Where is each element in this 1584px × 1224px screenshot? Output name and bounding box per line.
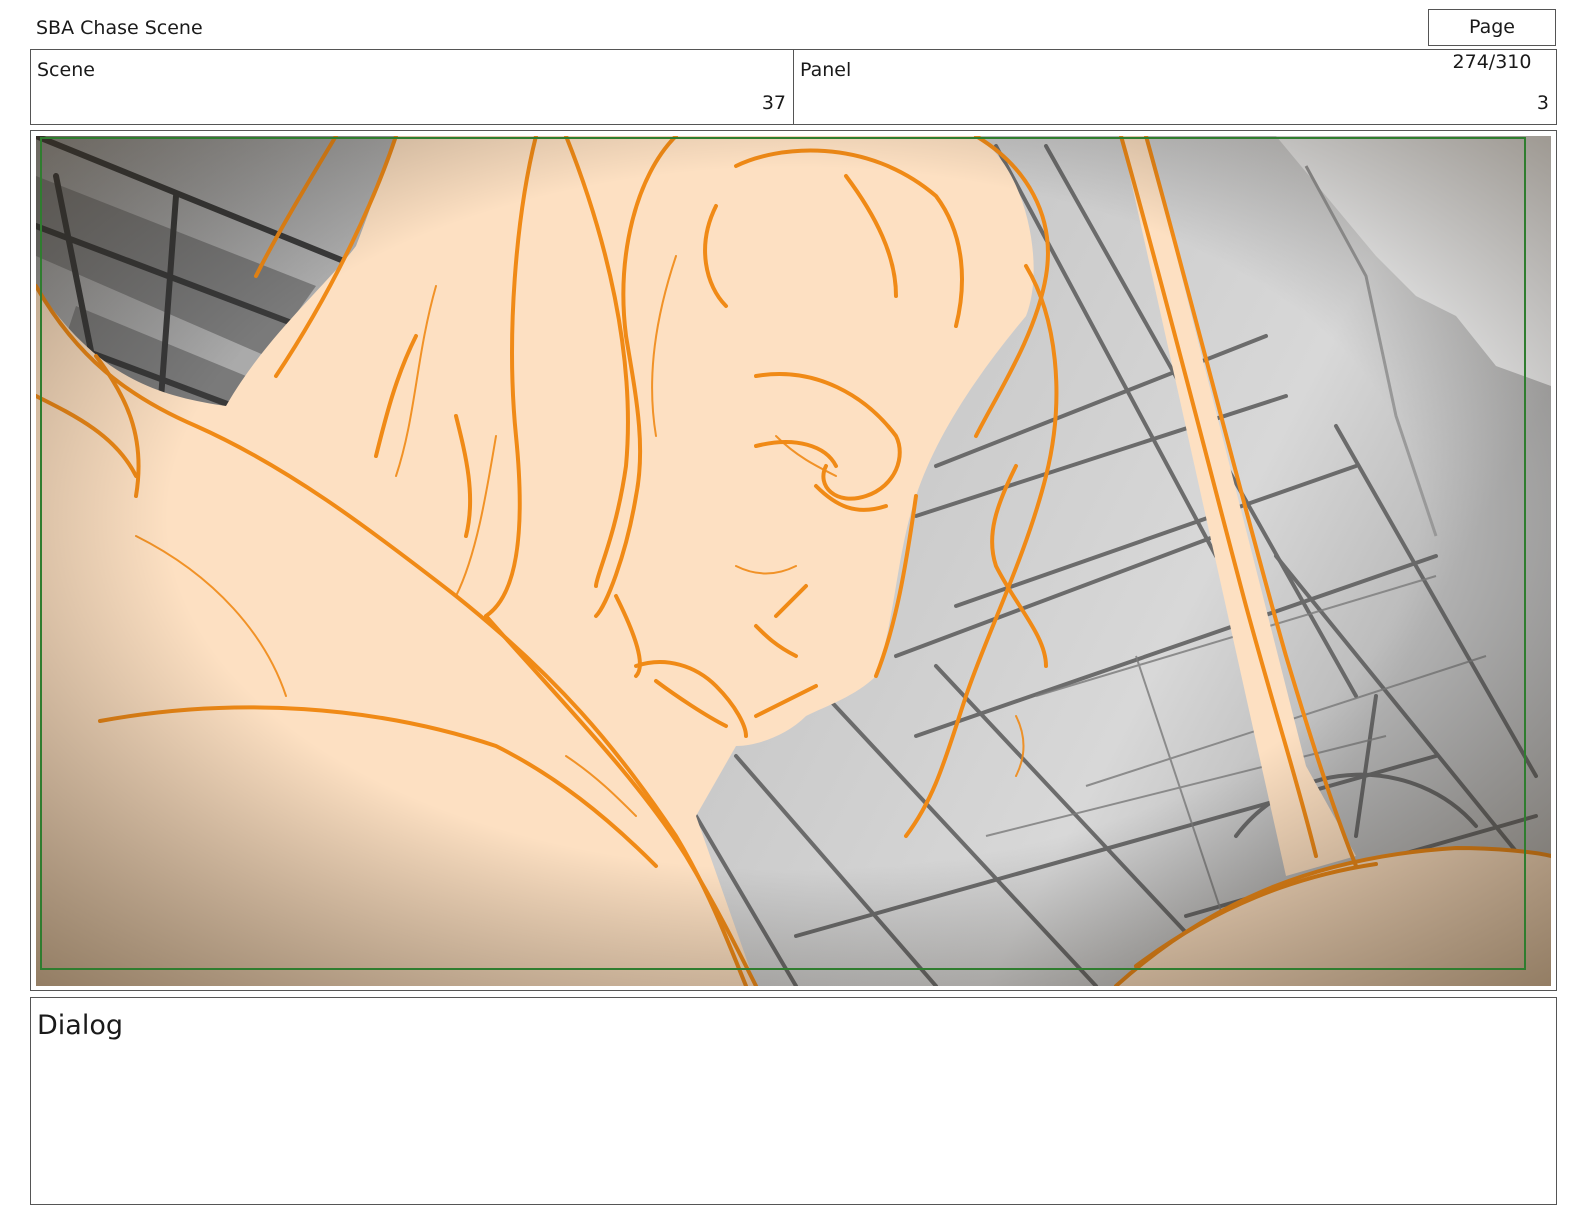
- scene-label: Scene: [37, 59, 95, 81]
- panel-cell: Panel 3: [793, 50, 1556, 124]
- panel-label: Panel: [800, 59, 852, 81]
- page-indicator: Page 274/310: [1428, 9, 1556, 73]
- dialog-label: Dialog: [37, 1010, 123, 1041]
- dialog-box: Dialog: [30, 997, 1557, 1205]
- scene-cell: Scene 37: [31, 50, 793, 124]
- scene-panel-info: Scene 37 Panel 3: [30, 49, 1557, 125]
- sketch-drawing: [36, 136, 1551, 986]
- scene-number: 37: [761, 92, 786, 114]
- panel-number: 3: [1536, 92, 1549, 114]
- storyboard-panel-image: [36, 136, 1551, 986]
- document-title: SBA Chase Scene: [36, 17, 203, 39]
